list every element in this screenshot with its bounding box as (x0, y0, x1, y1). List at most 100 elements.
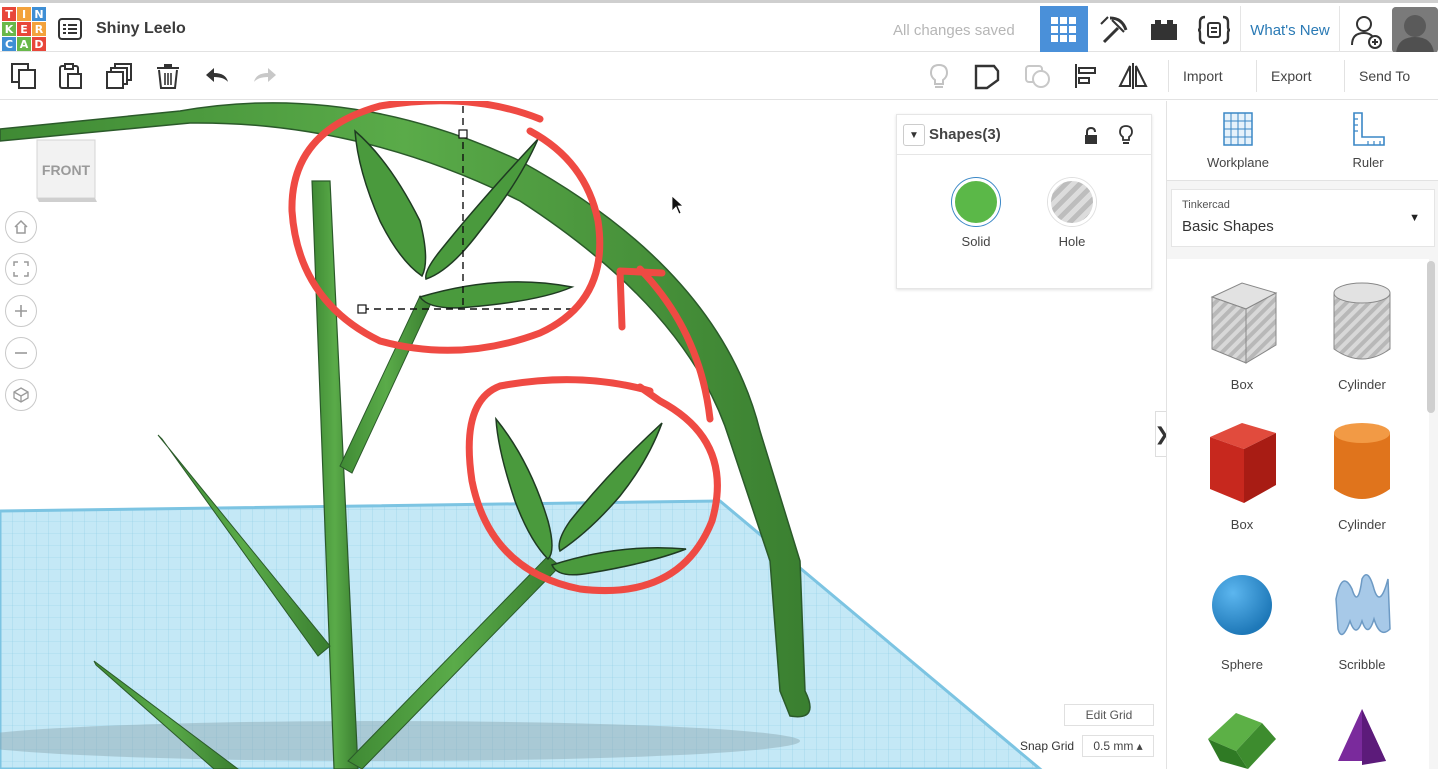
snap-grid-label: Snap Grid (1020, 739, 1075, 753)
whats-new-button[interactable]: What's New (1240, 6, 1340, 54)
fit-view-button[interactable] (5, 253, 37, 285)
redo-icon (254, 68, 276, 82)
logo-letter: T (2, 7, 16, 21)
design-menu-icon[interactable] (58, 18, 82, 40)
lightbulb-icon (929, 63, 949, 88)
home-icon (14, 219, 28, 234)
grid-view-button[interactable] (1040, 6, 1088, 54)
shape-library-select[interactable]: Tinkercad Basic Shapes ▼ (1171, 189, 1435, 247)
shape-label: Sphere (1221, 657, 1263, 672)
copy-button[interactable] (10, 62, 38, 90)
shape-box-hole[interactable]: Box (1187, 279, 1297, 392)
duplicate-icon (106, 63, 132, 89)
3d-viewport[interactable]: FRONT ▼ Shapes(3) Solid Hole Edit Grid S… (0, 101, 1165, 769)
shape-grid: Box Cylinder Box Cylinder Sphere Scribbl… (1167, 259, 1429, 769)
import-button[interactable]: Import (1168, 60, 1237, 92)
library-source: Tinkercad (1182, 199, 1230, 211)
code-blocks-icon (1197, 15, 1231, 45)
minecraft-button[interactable] (1090, 6, 1138, 54)
add-user-icon (1351, 16, 1382, 49)
shape-cone[interactable] (1307, 699, 1417, 769)
add-user-button[interactable] (1346, 11, 1386, 51)
zoom-out-icon (15, 352, 27, 354)
avatar-image (1392, 7, 1438, 53)
tinkercad-logo[interactable]: T I N K E R C A D (2, 7, 46, 51)
save-status: All changes saved (893, 22, 1015, 39)
shape-label: Box (1230, 517, 1254, 532)
logo-letter: A (17, 37, 31, 51)
ruler-label: Ruler (1352, 155, 1384, 170)
workplane-tool[interactable]: Workplane (1193, 111, 1283, 170)
logo-letter: R (32, 22, 46, 36)
shape-label: Cylinder (1338, 377, 1386, 392)
delete-button[interactable] (154, 62, 182, 90)
grid-view-icon (1051, 17, 1076, 42)
hole-label: Hole (1058, 234, 1086, 249)
workplane-grid[interactable] (0, 499, 1043, 769)
shape-cylinder[interactable]: Cylinder (1307, 419, 1417, 532)
roof-icon (1208, 713, 1276, 769)
zoom-out-button[interactable] (5, 337, 37, 369)
lightbulb-icon (1119, 125, 1133, 144)
shape-scribble[interactable]: Scribble (1307, 559, 1417, 672)
shape-label: Scribble (1338, 657, 1386, 672)
edit-toolbar: Import Export Send To (0, 52, 1438, 100)
mirror-button[interactable] (1118, 62, 1148, 90)
edit-grid-button[interactable]: Edit Grid (1064, 704, 1154, 726)
visibility-button[interactable] (1117, 125, 1135, 145)
note-icon (974, 64, 1000, 90)
inspector-header: ▼ Shapes(3) (897, 115, 1151, 155)
app-header: T I N K E R C A D Shiny Leelo All change… (0, 0, 1438, 54)
library-name: Basic Shapes (1182, 218, 1274, 235)
shape-library-sidebar: Workplane Ruler Tinkercad Basic Shapes ▼… (1166, 101, 1438, 769)
redo-button[interactable] (250, 62, 278, 90)
hole-option[interactable]: Hole (1042, 178, 1102, 249)
user-avatar[interactable] (1392, 7, 1438, 53)
shape-roof[interactable] (1187, 699, 1297, 769)
shape-label: Box (1230, 377, 1254, 392)
home-view-button[interactable] (5, 211, 37, 243)
paste-button[interactable] (57, 62, 85, 90)
zoom-in-icon (15, 305, 27, 317)
sidebar-tools: Workplane Ruler (1167, 101, 1438, 181)
notes-button[interactable] (973, 62, 1001, 90)
mirror-icon (1118, 63, 1148, 89)
lock-icon (1085, 126, 1097, 144)
send-to-button[interactable]: Send To (1344, 60, 1424, 92)
shape-cylinder-hole[interactable]: Cylinder (1307, 279, 1417, 392)
undo-icon (206, 68, 228, 82)
logo-letter: I (17, 7, 31, 21)
perspective-button[interactable] (5, 379, 37, 411)
cone-icon (1338, 709, 1386, 765)
show-all-button[interactable] (925, 62, 953, 90)
shape-box[interactable]: Box (1187, 419, 1297, 532)
design-name[interactable]: Shiny Leelo (96, 20, 186, 38)
view-cube-label: FRONT (41, 162, 91, 178)
workplane-icon (1223, 112, 1253, 146)
shape-sphere[interactable]: Sphere (1187, 559, 1297, 672)
bricks-button[interactable] (1140, 6, 1188, 54)
ruler-tool[interactable]: Ruler (1323, 111, 1413, 170)
shape-label: Cylinder (1338, 517, 1386, 532)
briefcase-icon (1151, 20, 1177, 40)
lock-button[interactable] (1083, 126, 1099, 145)
collapse-inspector-button[interactable]: ▼ (903, 124, 925, 146)
codeblocks-button[interactable] (1190, 6, 1238, 54)
undo-button[interactable] (204, 62, 232, 90)
comments-button[interactable] (1024, 62, 1052, 90)
hole-swatch[interactable] (1048, 178, 1096, 226)
trash-icon (157, 64, 179, 89)
zoom-in-button[interactable] (5, 295, 37, 327)
snap-grid-select[interactable]: 0.5 mm ▴ (1082, 735, 1154, 757)
ruler-icon (1353, 112, 1385, 146)
sidebar-scrollbar[interactable] (1427, 261, 1435, 413)
align-button[interactable] (1072, 62, 1100, 90)
solid-option[interactable]: Solid (946, 178, 1006, 249)
duplicate-button[interactable] (106, 62, 134, 90)
paste-icon (59, 63, 82, 89)
sphere-icon (1212, 575, 1272, 635)
box-hole-icon (1210, 282, 1278, 364)
export-button[interactable]: Export (1256, 60, 1325, 92)
solid-color-swatch[interactable] (952, 178, 1000, 226)
view-cube[interactable]: FRONT (35, 138, 97, 202)
